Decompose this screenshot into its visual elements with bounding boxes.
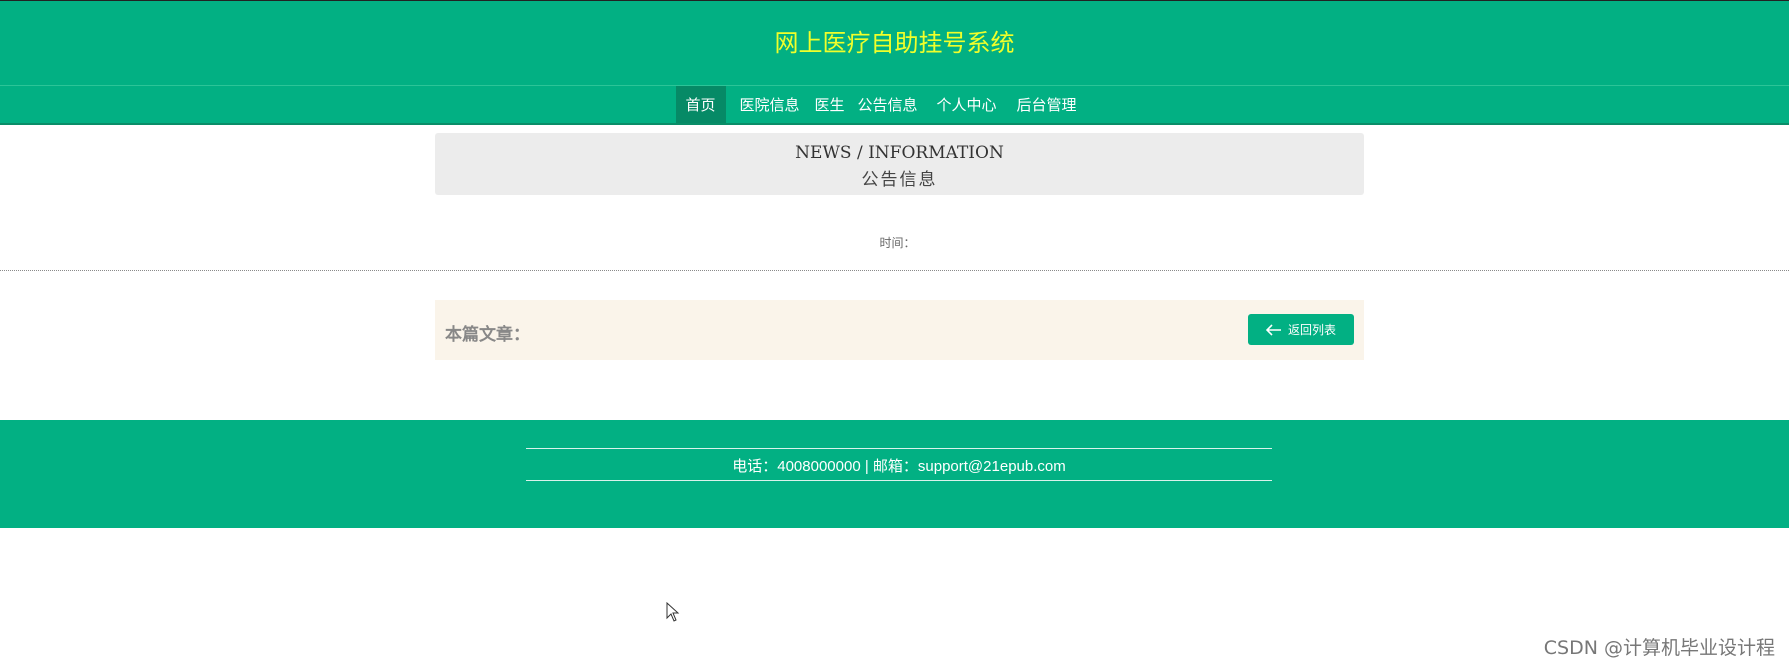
footer-top-line (526, 448, 1272, 449)
nav-item-home[interactable]: 首页 (675, 86, 726, 124)
nav-item-announcements[interactable]: 公告信息 (854, 86, 922, 124)
mouse-cursor-icon (666, 601, 680, 626)
back-to-list-label: 返回列表 (1287, 323, 1336, 337)
footer-contact: 电话：4008000000 | 邮箱：support@21epub.com (732, 458, 1066, 475)
header-bottom-border (0, 123, 1789, 125)
article-label: 本篇文章： (445, 325, 530, 345)
news-title-en: NEWS / INFORMATION (795, 143, 1004, 163)
watermark: CSDN @计算机毕业设计程 (1543, 637, 1775, 659)
nav-item-admin[interactable]: 后台管理 (1012, 86, 1082, 124)
news-banner: NEWS / INFORMATION 公告信息 (435, 133, 1364, 195)
site-header: 网上医疗自助挂号系统 首页 医院信息 医生 公告信息 个人中心 后台管理 (0, 0, 1789, 125)
news-title-cn: 公告信息 (861, 170, 938, 190)
main-nav: 首页 医院信息 医生 公告信息 个人中心 后台管理 (0, 86, 1789, 124)
site-title: 网上医疗自助挂号系统 (774, 29, 1015, 57)
nav-item-doctors[interactable]: 医生 (812, 86, 848, 124)
content-divider (0, 270, 1789, 271)
nav-item-hospital-info[interactable]: 医院信息 (736, 86, 804, 124)
footer-bottom-line (526, 480, 1272, 481)
article-bar: 本篇文章： 返回列表 (435, 300, 1364, 360)
back-to-list-button[interactable]: 返回列表 (1248, 314, 1354, 345)
nav-item-personal-center[interactable]: 个人中心 (932, 86, 1002, 124)
arrow-left-icon (1265, 323, 1282, 336)
site-footer: 电话：4008000000 | 邮箱：support@21epub.com (0, 420, 1789, 528)
publish-time: 时间： (879, 236, 916, 250)
